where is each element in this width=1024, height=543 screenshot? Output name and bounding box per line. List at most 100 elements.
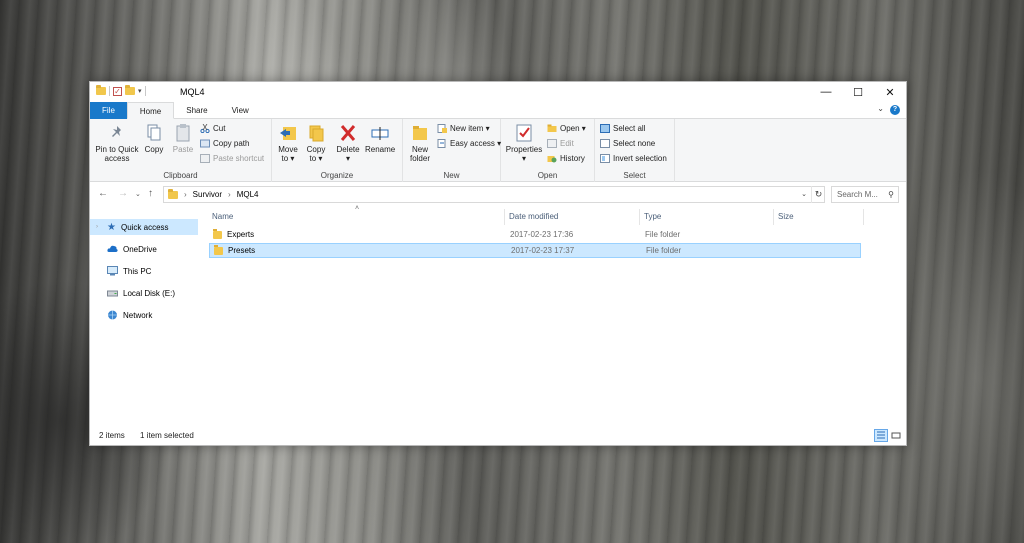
properties-button[interactable]: Properties ▾: [505, 123, 543, 163]
address-bar[interactable]: › Survivor › MQL4: [163, 186, 825, 203]
easy-access-icon: [437, 139, 447, 148]
move-to-icon: [279, 123, 297, 143]
paste-button[interactable]: Paste: [170, 123, 196, 154]
copy-to-label-line1: Copy: [306, 145, 326, 154]
sidebar-item-label: Quick access: [120, 222, 169, 232]
copy-path-button[interactable]: Copy path: [200, 139, 249, 148]
delete-label-line2: ▾: [345, 154, 350, 163]
toolbar-divider: [144, 86, 146, 96]
select-all-button[interactable]: Select all: [600, 124, 645, 133]
expand-ribbon-icon[interactable]: ⌄: [877, 104, 884, 113]
table-row-presets[interactable]: Presets 2017-02-23 17:37 File folder: [209, 243, 861, 258]
search-icon: ⚲: [888, 190, 894, 199]
delete-x-icon: [339, 123, 357, 143]
invert-selection-icon: [600, 154, 610, 163]
large-icons-view-icon[interactable]: [889, 429, 903, 442]
new-folder-button[interactable]: New folder: [407, 123, 433, 163]
copy-button[interactable]: Copy: [143, 123, 165, 154]
folder-icon: [214, 245, 223, 255]
table-row[interactable]: [209, 309, 861, 324]
select-group: Select all Select none Invert selection …: [595, 119, 675, 182]
properties-icon: [515, 123, 533, 143]
details-view-icon[interactable]: [874, 429, 888, 442]
copy-to-button[interactable]: Copy to ▾: [304, 123, 328, 163]
column-divider[interactable]: [504, 209, 505, 225]
sidebar-item-onedrive[interactable]: OneDrive: [90, 241, 198, 257]
folder-icon: [213, 229, 222, 239]
new-folder-label-line2: folder: [409, 154, 430, 163]
new-item-button[interactable]: New item ▾: [437, 124, 490, 133]
shortcut-icon: [200, 154, 210, 163]
network-icon: [108, 310, 117, 320]
column-divider[interactable]: [639, 209, 640, 225]
search-input[interactable]: Search M... ⚲: [831, 186, 899, 203]
table-row-experts[interactable]: Experts 2017-02-23 17:36 File folder: [209, 228, 861, 243]
paste-shortcut-button[interactable]: Paste shortcut: [200, 154, 264, 163]
properties-checkbox-icon[interactable]: ✓: [113, 86, 122, 96]
new-group-label: New: [443, 171, 460, 180]
tab-file[interactable]: File: [90, 102, 127, 119]
column-divider[interactable]: [863, 209, 864, 225]
column-header-type[interactable]: Type: [644, 209, 661, 225]
tab-share[interactable]: Share: [174, 102, 219, 119]
new-folder-icon[interactable]: [125, 85, 135, 95]
invert-selection-button[interactable]: Invert selection: [600, 154, 667, 163]
delete-button[interactable]: Delete ▾: [335, 123, 361, 163]
open-label: Open ▾: [560, 124, 586, 133]
tab-home[interactable]: Home: [126, 102, 175, 119]
cloud-icon: [107, 245, 118, 252]
item-count: 2 items: [99, 431, 125, 440]
sidebar-item-network[interactable]: Network: [90, 307, 198, 323]
open-icon: [547, 124, 557, 133]
column-header-size[interactable]: Size: [778, 209, 794, 225]
customize-toolbar-icon[interactable]: ▾: [138, 87, 142, 95]
history-icon: [547, 154, 557, 163]
move-to-button[interactable]: Move to ▾: [276, 123, 300, 163]
clipboard-group-label: Clipboard: [163, 171, 198, 180]
new-group: New folder New item ▾ Easy access ▾ New: [403, 119, 501, 182]
cut-button[interactable]: Cut: [200, 123, 225, 134]
recent-locations-icon[interactable]: ⌄: [135, 190, 141, 198]
minimize-button[interactable]: —: [810, 82, 842, 102]
up-arrow-icon[interactable]: ↑: [148, 188, 153, 199]
forward-arrow-icon[interactable]: →: [118, 188, 128, 199]
rename-button[interactable]: Rename: [365, 123, 395, 154]
expand-chevron-icon[interactable]: ›: [96, 224, 102, 230]
tab-view[interactable]: View: [220, 102, 261, 119]
breadcrumb-survivor[interactable]: Survivor: [193, 190, 222, 199]
ribbon-tabs: File Home Share View ⌄ ?: [90, 102, 906, 119]
folder-icon: [96, 85, 106, 95]
sidebar-item-label: This PC: [123, 266, 152, 276]
help-icon[interactable]: ?: [890, 105, 900, 115]
star-icon: ★: [107, 221, 116, 233]
chevron-right-icon[interactable]: ›: [184, 190, 187, 199]
back-arrow-icon[interactable]: ←: [98, 188, 108, 199]
sidebar-item-this-pc[interactable]: This PC: [90, 263, 198, 279]
chevron-right-icon[interactable]: ›: [228, 190, 231, 199]
column-header-date-modified[interactable]: Date modified: [509, 209, 558, 225]
open-button[interactable]: Open ▾: [547, 124, 586, 133]
close-button[interactable]: ✕: [874, 82, 906, 102]
new-folder-icon: [411, 123, 429, 143]
scissors-icon: [200, 123, 210, 134]
organize-group: Move to ▾ Copy to ▾ Delete ▾ Rename Orga…: [272, 119, 403, 182]
breadcrumb-mql4[interactable]: MQL4: [237, 190, 259, 199]
column-header-name[interactable]: Name: [212, 209, 233, 225]
pin-to-quick-access-button[interactable]: Pin to Quick access: [94, 123, 140, 163]
navigation-pane: › ★ Quick access OneDrive This PC Local …: [90, 209, 200, 429]
address-dropdown-icon[interactable]: ⌄: [798, 186, 810, 203]
select-none-button[interactable]: Select none: [600, 139, 655, 148]
edit-label: Edit: [560, 139, 574, 148]
edit-button[interactable]: Edit: [547, 139, 574, 148]
ribbon: Pin to Quick access Copy Paste Cut Copy …: [90, 119, 906, 182]
file-type: File folder: [645, 230, 681, 239]
open-group: Properties ▾ Open ▾ Edit History Open: [501, 119, 595, 182]
history-button[interactable]: History: [547, 154, 585, 163]
maximize-button[interactable]: ☐: [842, 82, 874, 102]
refresh-icon[interactable]: ↻: [811, 186, 825, 203]
column-divider[interactable]: [773, 209, 774, 225]
sidebar-item-local-disk[interactable]: Local Disk (E:): [90, 285, 198, 301]
easy-access-button[interactable]: Easy access ▾: [437, 139, 501, 148]
paste-shortcut-label: Paste shortcut: [213, 154, 265, 163]
sidebar-item-quick-access[interactable]: › ★ Quick access: [90, 219, 198, 235]
